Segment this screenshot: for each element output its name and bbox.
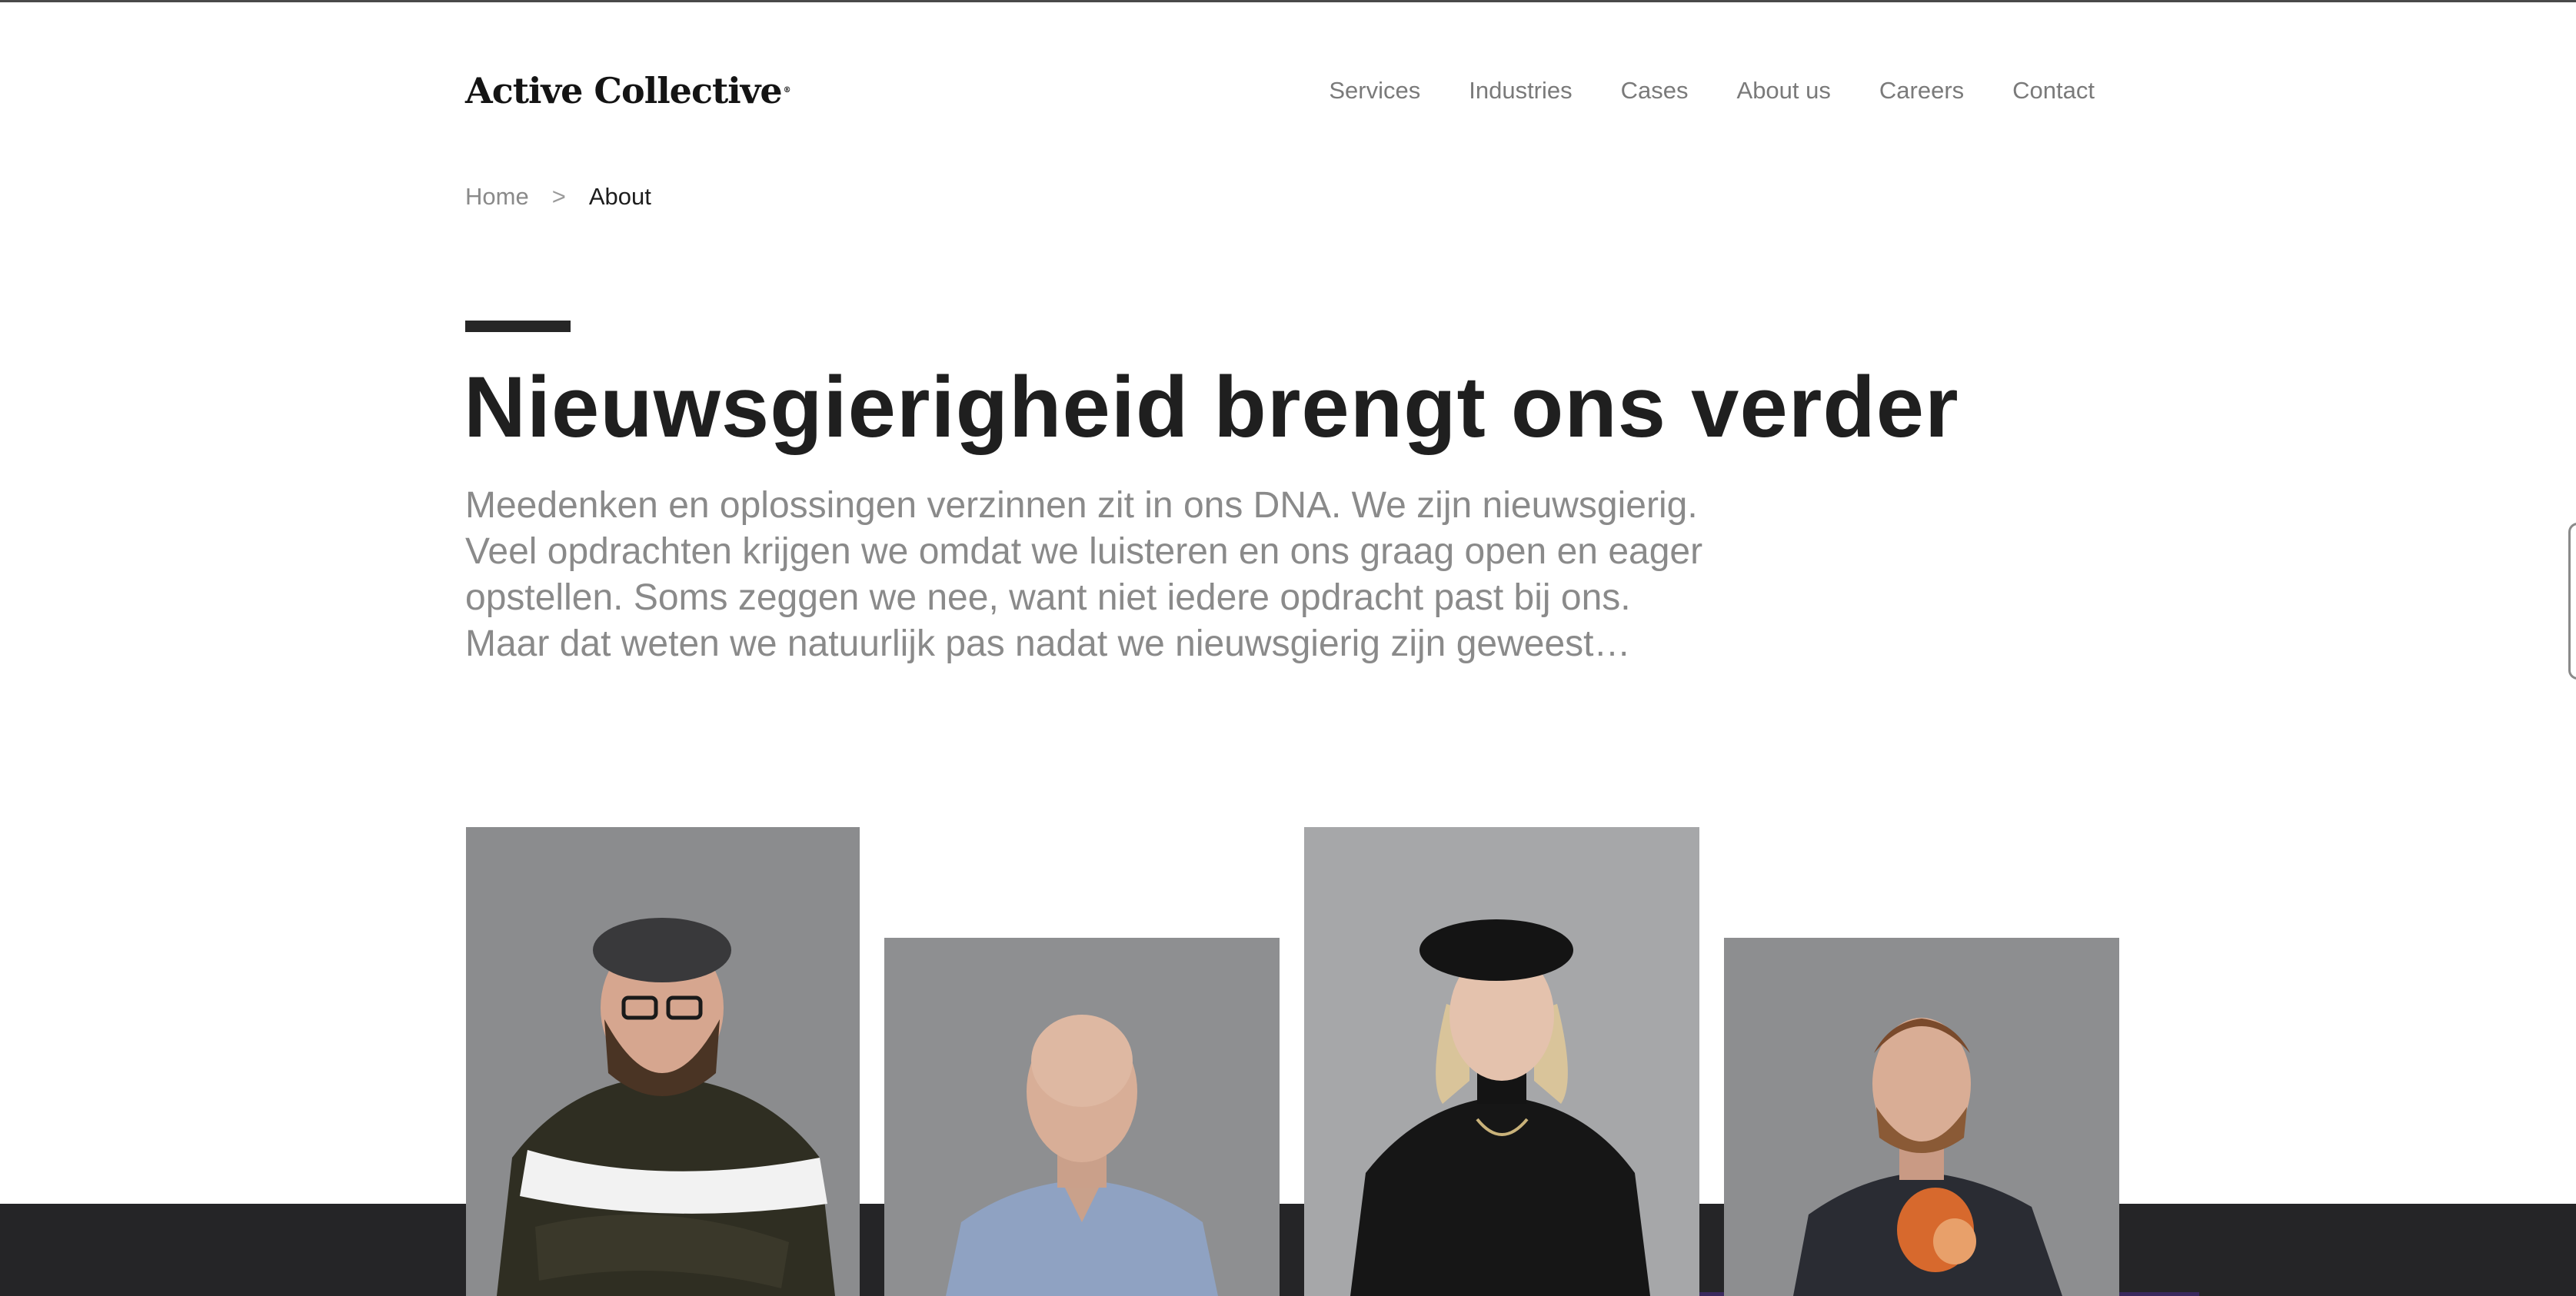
intro-line: Meedenken en oplossingen verzinnen zit i… bbox=[465, 485, 1698, 526]
page-title: Nieuwsgierigheid brengt ons verder bbox=[464, 359, 1959, 455]
top-border bbox=[0, 0, 2576, 2]
intro-line: opstellen. Soms zeggen we nee, want niet… bbox=[465, 577, 1631, 618]
main-nav: Services Industries Cases About us Caree… bbox=[1329, 74, 2095, 108]
portrait-image bbox=[1724, 938, 2119, 1296]
portrait-image bbox=[884, 938, 1280, 1296]
team-portrait-1 bbox=[466, 827, 860, 1296]
logo-text: Active Collective bbox=[465, 70, 783, 111]
side-scroll-tab[interactable] bbox=[2568, 523, 2576, 680]
nav-item-careers[interactable]: Careers bbox=[1879, 74, 1964, 108]
breadcrumb-current: About bbox=[588, 183, 651, 210]
breadcrumb-home-link[interactable]: Home bbox=[465, 180, 529, 214]
team-portrait-3 bbox=[1304, 827, 1699, 1296]
portrait-image bbox=[1304, 827, 1699, 1296]
team-portrait-4 bbox=[1724, 938, 2119, 1296]
nav-item-about-us[interactable]: About us bbox=[1737, 74, 1831, 108]
page: Active Collective ® Services Industries C… bbox=[0, 0, 2576, 1296]
intro-line: Veel opdrachten krijgen we omdat we luis… bbox=[465, 531, 1703, 572]
nav-item-industries[interactable]: Industries bbox=[1469, 74, 1572, 108]
portrait-image bbox=[466, 827, 860, 1296]
nav-item-cases[interactable]: Cases bbox=[1621, 74, 1689, 108]
team-portrait-2 bbox=[884, 938, 1280, 1296]
intro-paragraph: Meedenken en oplossingen verzinnen zit i… bbox=[465, 483, 1772, 667]
logo[interactable]: Active Collective ® bbox=[465, 68, 791, 114]
breadcrumb: Home > About bbox=[465, 180, 651, 214]
logo-registered-mark: ® bbox=[783, 86, 791, 95]
breadcrumb-separator: > bbox=[551, 183, 566, 210]
nav-item-services[interactable]: Services bbox=[1329, 74, 1420, 108]
title-accent-bar bbox=[465, 321, 571, 332]
intro-line: Maar dat weten we natuurlijk pas nadat w… bbox=[465, 623, 1631, 664]
footer-band bbox=[0, 1204, 2576, 1296]
nav-item-contact[interactable]: Contact bbox=[2012, 74, 2095, 108]
